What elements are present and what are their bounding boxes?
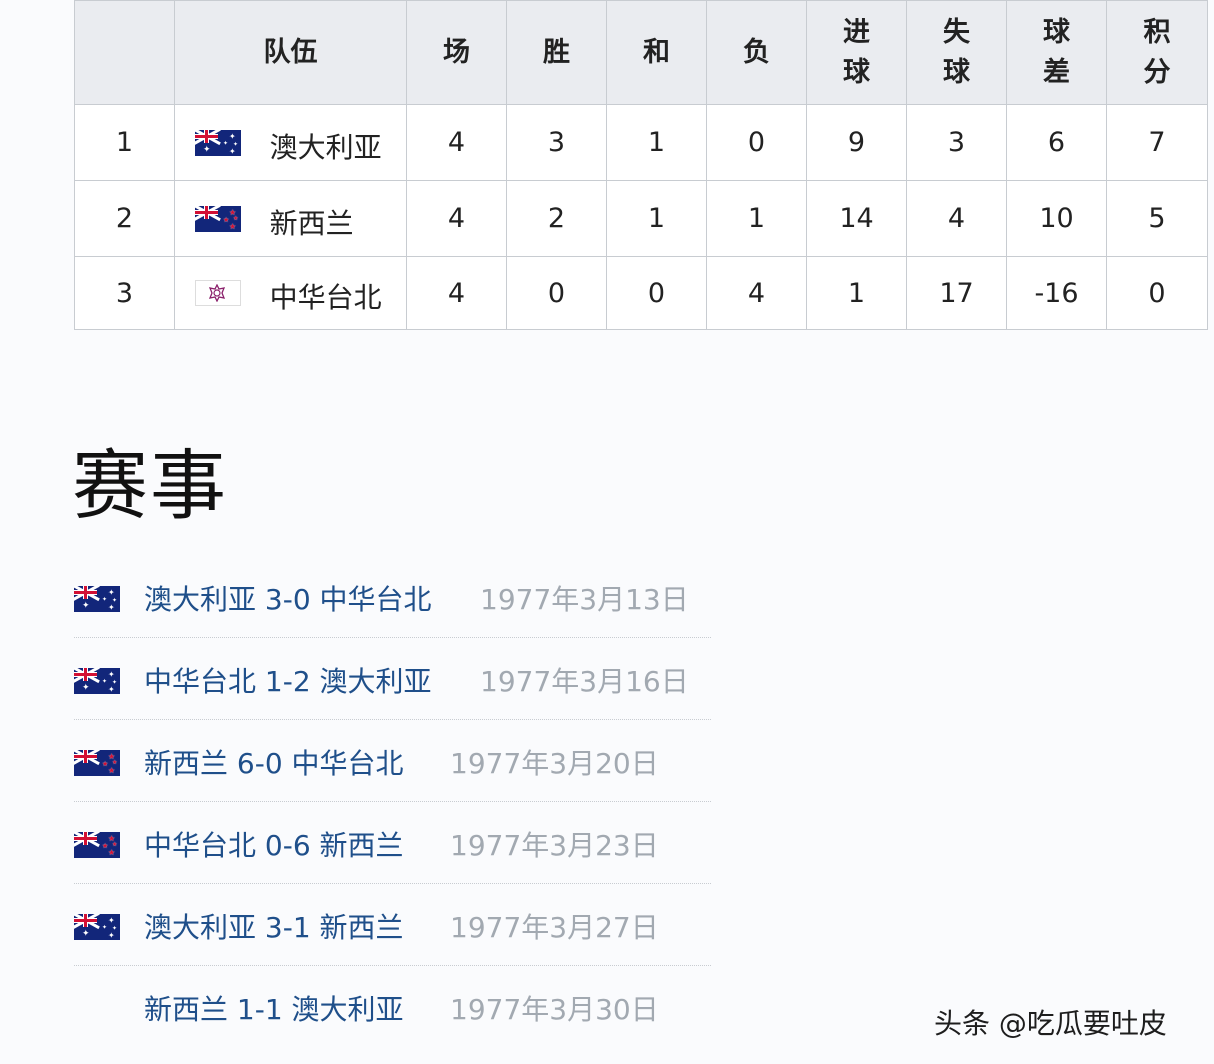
cell-lost: 1	[706, 180, 807, 257]
header-goals-for: 进 球	[806, 0, 907, 105]
list-item: ★ ★ ★ ★ 中华台北 0-6 新西兰 1977年3月23日	[74, 802, 711, 884]
australia-flag-icon: ✦ ✦ ✦ ✦ ✦	[74, 668, 120, 694]
list-item: ✦ ✦ ✦ ✦ ✦ 中华台北 1-2 澳大利亚 1977年3月16日	[74, 638, 711, 720]
cell-goals-for: 9	[806, 104, 907, 181]
match-link[interactable]: 澳大利亚 3-1 新西兰	[144, 906, 404, 946]
header-points-line-2: 分	[1143, 56, 1171, 88]
header-won: 胜	[506, 0, 607, 105]
cell-goal-diff: -16	[1006, 256, 1107, 330]
cell-goals-for: 1	[806, 256, 907, 330]
header-points: 积 分	[1106, 0, 1208, 105]
cell-rank: 2	[74, 180, 175, 257]
table-header-row: 队伍 场 胜 和 负 进 球 失 球 球 差 积 分	[74, 0, 1208, 105]
match-link[interactable]: 新西兰 1-1 澳大利亚	[144, 988, 404, 1028]
cell-lost: 4	[706, 256, 807, 330]
cell-team: ★ ★ ★ ★ 新西兰	[174, 180, 407, 257]
cell-won: 0	[506, 256, 607, 330]
cell-rank: 3	[74, 256, 175, 330]
header-goals-for-line-2: 球	[843, 56, 870, 88]
header-points-line-1: 积	[1143, 16, 1171, 48]
header-goals-for-line-1: 进	[843, 16, 870, 48]
australia-flag-icon: ✦ ✦ ✦ ✦ ✦	[74, 914, 120, 940]
table-row: 1 ✦ ✦ ✦ ✦ ✦ 澳大利亚 4 3 1 0 9 3 6 7	[74, 104, 1208, 181]
cell-team: 中华台北	[174, 256, 407, 330]
match-date: 1977年3月20日	[450, 747, 659, 780]
cell-drawn: 1	[606, 104, 707, 181]
cell-goals-against: 3	[906, 104, 1007, 181]
header-goal-diff: 球 差	[1006, 0, 1107, 105]
cell-played: 4	[406, 104, 507, 181]
match-date: 1977年3月27日	[450, 911, 659, 944]
cell-drawn: 1	[606, 180, 707, 257]
list-item: 新西兰 1-1 澳大利亚 1977年3月30日	[74, 966, 711, 1047]
header-rank	[74, 0, 175, 105]
cell-goals-against: 17	[906, 256, 1007, 330]
match-link[interactable]: 新西兰 6-0 中华台北	[144, 742, 404, 782]
standings-table: 队伍 场 胜 和 负 进 球 失 球 球 差 积 分 1 ✦ ✦ ✦ ✦ ✦ 澳…	[74, 0, 1208, 330]
match-link[interactable]: 中华台北 1-2 澳大利亚	[144, 660, 432, 700]
cell-played: 4	[406, 180, 507, 257]
match-date: 1977年3月30日	[450, 993, 659, 1026]
cell-lost: 0	[706, 104, 807, 181]
match-list: ✦ ✦ ✦ ✦ ✦ 澳大利亚 3-0 中华台北 1977年3月13日 ✦ ✦ ✦…	[74, 556, 711, 1047]
table-row: 3 中华台北 4 0 0 4 1 17 -16 0	[74, 256, 1208, 330]
team-link-chinese-taipei[interactable]: 中华台北	[270, 281, 382, 314]
chinese-taipei-flag-icon	[195, 280, 241, 306]
new-zealand-flag-icon: ★ ★ ★ ★	[195, 205, 241, 232]
match-date: 1977年3月23日	[450, 829, 659, 862]
match-link[interactable]: 澳大利亚 3-0 中华台北	[144, 578, 432, 618]
header-goals-against-line-2: 球	[943, 56, 970, 88]
match-link[interactable]: 中华台北 0-6 新西兰	[144, 824, 404, 864]
cell-points: 5	[1106, 180, 1208, 257]
header-goal-diff-line-1: 球	[1043, 16, 1070, 48]
cell-drawn: 0	[606, 256, 707, 330]
match-date: 1977年3月13日	[480, 583, 689, 616]
header-team: 队伍	[174, 0, 407, 105]
list-item: ✦ ✦ ✦ ✦ ✦ 澳大利亚 3-1 新西兰 1977年3月27日	[74, 884, 711, 966]
new-zealand-flag-icon: ★ ★ ★ ★	[74, 832, 120, 858]
match-date: 1977年3月16日	[480, 665, 689, 698]
cell-rank: 1	[74, 104, 175, 181]
header-played: 场	[406, 0, 507, 105]
team-link-australia[interactable]: 澳大利亚	[270, 131, 382, 164]
cell-points: 7	[1106, 104, 1208, 181]
list-item: ✦ ✦ ✦ ✦ ✦ 澳大利亚 3-0 中华台北 1977年3月13日	[74, 556, 711, 638]
header-goals-against: 失 球	[906, 0, 1007, 105]
cell-points: 0	[1106, 256, 1208, 330]
cell-team: ✦ ✦ ✦ ✦ ✦ 澳大利亚	[174, 104, 407, 181]
header-drawn: 和	[606, 0, 707, 105]
cell-won: 3	[506, 104, 607, 181]
cell-won: 2	[506, 180, 607, 257]
table-row: 2 ★ ★ ★ ★ 新西兰 4 2 1 1 14 4 10 5	[74, 180, 1208, 257]
new-zealand-flag-icon: ★ ★ ★ ★	[74, 750, 120, 776]
header-goals-against-line-1: 失	[943, 16, 970, 48]
cell-goals-against: 4	[906, 180, 1007, 257]
team-link-new-zealand[interactable]: 新西兰	[270, 207, 354, 240]
cell-goals-for: 14	[806, 180, 907, 257]
list-item: ★ ★ ★ ★ 新西兰 6-0 中华台北 1977年3月20日	[74, 720, 711, 802]
cell-goal-diff: 10	[1006, 180, 1107, 257]
header-lost: 负	[706, 0, 807, 105]
cell-goal-diff: 6	[1006, 104, 1107, 181]
australia-flag-icon: ✦ ✦ ✦ ✦ ✦	[74, 586, 120, 612]
cell-played: 4	[406, 256, 507, 330]
header-goal-diff-line-2: 差	[1043, 56, 1070, 88]
australia-flag-icon: ✦ ✦ ✦ ✦ ✦	[195, 129, 241, 156]
watermark-text: 头条 @吃瓜要吐皮	[934, 1007, 1167, 1040]
section-title-matches: 赛事	[72, 441, 228, 530]
